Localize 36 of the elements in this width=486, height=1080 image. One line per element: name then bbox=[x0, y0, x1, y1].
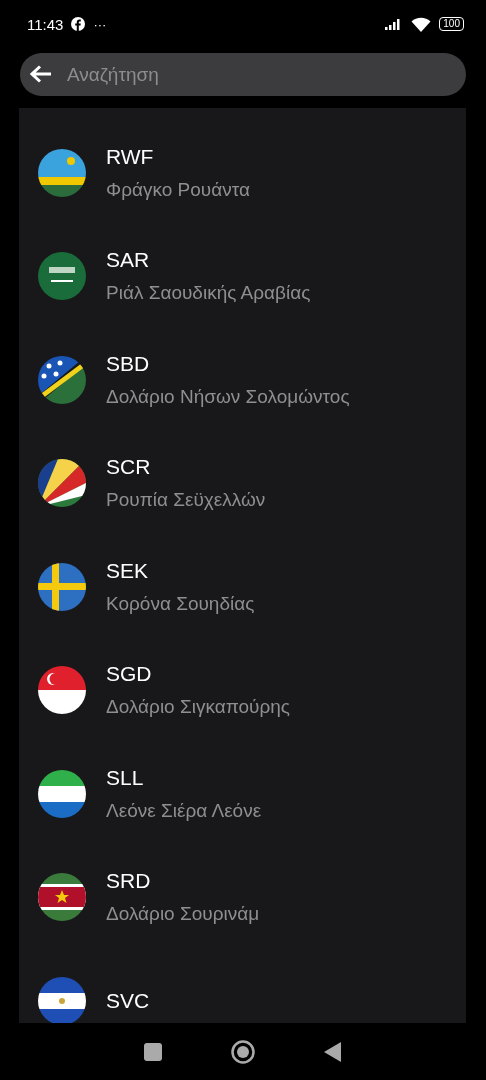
currency-name[interactable]: Κορόνα Σουηδίας bbox=[106, 592, 255, 615]
currency-code[interactable]: SRD bbox=[106, 869, 260, 894]
flag-icon bbox=[38, 873, 86, 922]
currency-name[interactable]: Δολάριο Νήσων Σολομώντος bbox=[106, 385, 350, 408]
flag-icon bbox=[38, 355, 86, 404]
currency-code[interactable]: SVC bbox=[106, 988, 150, 1013]
flag-icon bbox=[38, 252, 86, 301]
currency-name[interactable]: Ριάλ Σαουδικής Αραβίας bbox=[106, 282, 311, 305]
currency-name[interactable]: Δολάριο Σουρινάμ bbox=[106, 903, 260, 926]
flag-icon bbox=[38, 976, 86, 1023]
flag-icon bbox=[38, 148, 86, 197]
flag-icon bbox=[38, 459, 86, 508]
currency-name[interactable]: Δολάριο Σιγκαπούρης bbox=[106, 696, 291, 719]
flag-icon bbox=[38, 666, 86, 715]
currency-code[interactable]: SCR bbox=[106, 455, 266, 480]
wifi-icon bbox=[411, 16, 432, 32]
currency-name[interactable]: Ρουπία Σεϋχελλών bbox=[106, 489, 266, 512]
home-nav-icon[interactable] bbox=[231, 1039, 255, 1064]
facebook-icon bbox=[71, 17, 86, 31]
flag-icon bbox=[38, 562, 86, 611]
status-time: 11:43 bbox=[27, 15, 64, 33]
status-more: ··· bbox=[93, 16, 107, 32]
currency-code[interactable]: SEK bbox=[106, 558, 255, 583]
back-nav-icon[interactable] bbox=[323, 1041, 342, 1062]
currency-code[interactable]: SGD bbox=[106, 662, 291, 687]
currency-code[interactable]: RWF bbox=[106, 144, 250, 169]
square-nav-icon[interactable] bbox=[144, 1042, 163, 1061]
currency-name[interactable]: Λεόνε Σιέρα Λεόνε bbox=[106, 799, 262, 822]
search-field[interactable]: Αναζήτηση bbox=[20, 53, 466, 96]
battery-indicator: 100 bbox=[439, 17, 464, 31]
currency-code[interactable]: SAR bbox=[106, 248, 311, 273]
back-arrow-icon[interactable] bbox=[30, 65, 52, 83]
flag-icon bbox=[38, 769, 86, 818]
currency-code[interactable]: SLL bbox=[106, 765, 262, 790]
currency-name[interactable]: Φράγκο Ρουάντα bbox=[106, 178, 250, 201]
currency-code[interactable]: SBD bbox=[106, 351, 350, 376]
